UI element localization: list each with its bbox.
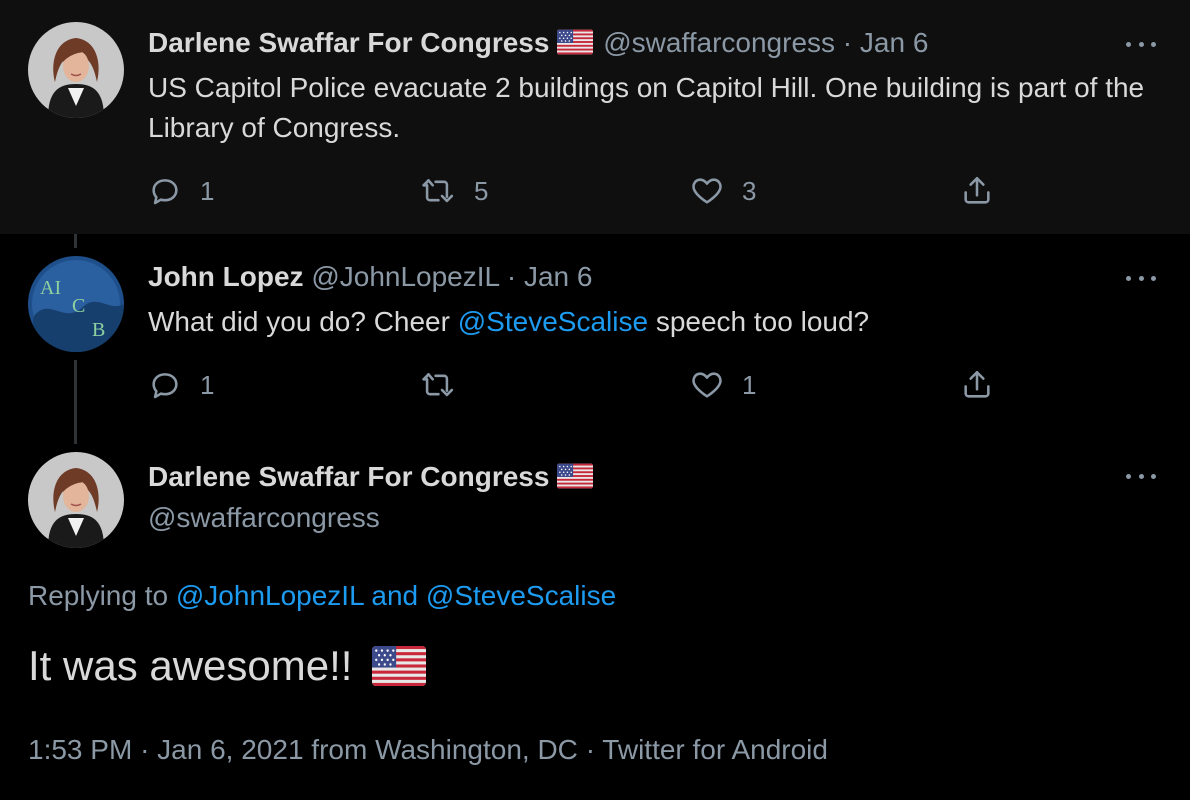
handle[interactable]: @swaffarcongress [603, 27, 835, 58]
handle[interactable]: @swaffarcongress [148, 502, 380, 534]
retweet-count: 5 [474, 175, 489, 206]
share-button[interactable] [960, 365, 994, 405]
replying-user-link[interactable]: @JohnLopezIL [176, 580, 364, 611]
retweet-icon [418, 368, 456, 402]
heart-icon [690, 368, 724, 402]
replying-to-line: Replying to @JohnLopezIL and @SteveScali… [28, 580, 616, 612]
us-flag-icon [372, 646, 426, 686]
avatar[interactable] [28, 452, 124, 548]
replying-prefix: Replying to [28, 580, 169, 611]
tweet-header: John Lopez @JohnLopezIL · Jan 6 [148, 261, 592, 293]
tweet-second[interactable]: John Lopez @JohnLopezIL · Jan 6 What did… [0, 234, 1190, 440]
tweet-first[interactable]: Darlene Swaffar For Congress @swaffarcon… [0, 0, 1190, 234]
tweet-date[interactable]: Jan 6 [524, 261, 593, 292]
replying-and[interactable]: and [371, 580, 418, 611]
reply-button[interactable]: 1 [148, 171, 214, 211]
separator: · [140, 734, 150, 765]
reply-count: 1 [200, 175, 215, 206]
tweet-location[interactable]: from Washington, DC [311, 734, 578, 765]
heart-icon [690, 174, 724, 208]
avatar[interactable] [28, 256, 124, 352]
main-tweet-text-row: It was awesome!! [28, 642, 426, 690]
like-button[interactable]: 3 [690, 171, 756, 211]
tweet-text: US Capitol Police evacuate 2 buildings o… [148, 72, 1145, 143]
tweet-time[interactable]: 1:53 PM [28, 734, 132, 765]
retweet-icon [418, 174, 456, 208]
action-bar: 1 1 [148, 365, 1008, 405]
reply-icon [148, 174, 182, 208]
like-count: 1 [742, 369, 757, 400]
more-options-icon[interactable] [1126, 38, 1156, 50]
share-icon [960, 174, 994, 208]
us-flag-icon [557, 29, 593, 55]
mention-link[interactable]: @SteveScalise [458, 306, 648, 337]
separator: · [506, 261, 517, 292]
like-button[interactable]: 1 [690, 365, 756, 405]
reply-count: 1 [200, 369, 215, 400]
avatar[interactable] [28, 22, 124, 118]
action-bar: 1 5 3 [148, 171, 1008, 211]
display-name[interactable]: John Lopez [148, 261, 304, 292]
display-name[interactable]: Darlene Swaffar For Congress [148, 27, 549, 58]
reply-icon [148, 368, 182, 402]
main-tweet-header: Darlene Swaffar For Congress [148, 461, 595, 493]
retweet-button[interactable] [418, 365, 474, 405]
separator: · [842, 27, 853, 58]
tweet-header: Darlene Swaffar For Congress @swaffarcon… [148, 27, 928, 59]
separator: · [585, 734, 596, 765]
handle[interactable]: @JohnLopezIL [311, 261, 499, 292]
tweet-source[interactable]: Twitter for Android [602, 734, 828, 765]
tweet-text: What did you do? Cheer @SteveScalise spe… [148, 302, 1168, 342]
reply-button[interactable]: 1 [148, 365, 214, 405]
more-options-icon[interactable] [1126, 272, 1156, 284]
share-icon [960, 368, 994, 402]
tweet-date[interactable]: Jan 6, 2021 [157, 734, 303, 765]
retweet-button[interactable]: 5 [418, 171, 488, 211]
tweet-text-after: speech too loud? [648, 306, 870, 337]
tweet-text-before: What did you do? Cheer [148, 306, 458, 337]
tweet-meta: 1:53 PM · Jan 6, 2021 from Washington, D… [28, 734, 828, 766]
us-flag-icon [557, 463, 593, 489]
main-tweet-text: It was awesome!! [28, 642, 353, 689]
replying-user-link[interactable]: @SteveScalise [426, 580, 616, 611]
tweet-date[interactable]: Jan 6 [860, 27, 929, 58]
more-options-icon[interactable] [1126, 470, 1156, 482]
like-count: 3 [742, 175, 757, 206]
display-name[interactable]: Darlene Swaffar For Congress [148, 461, 549, 492]
share-button[interactable] [960, 171, 994, 211]
